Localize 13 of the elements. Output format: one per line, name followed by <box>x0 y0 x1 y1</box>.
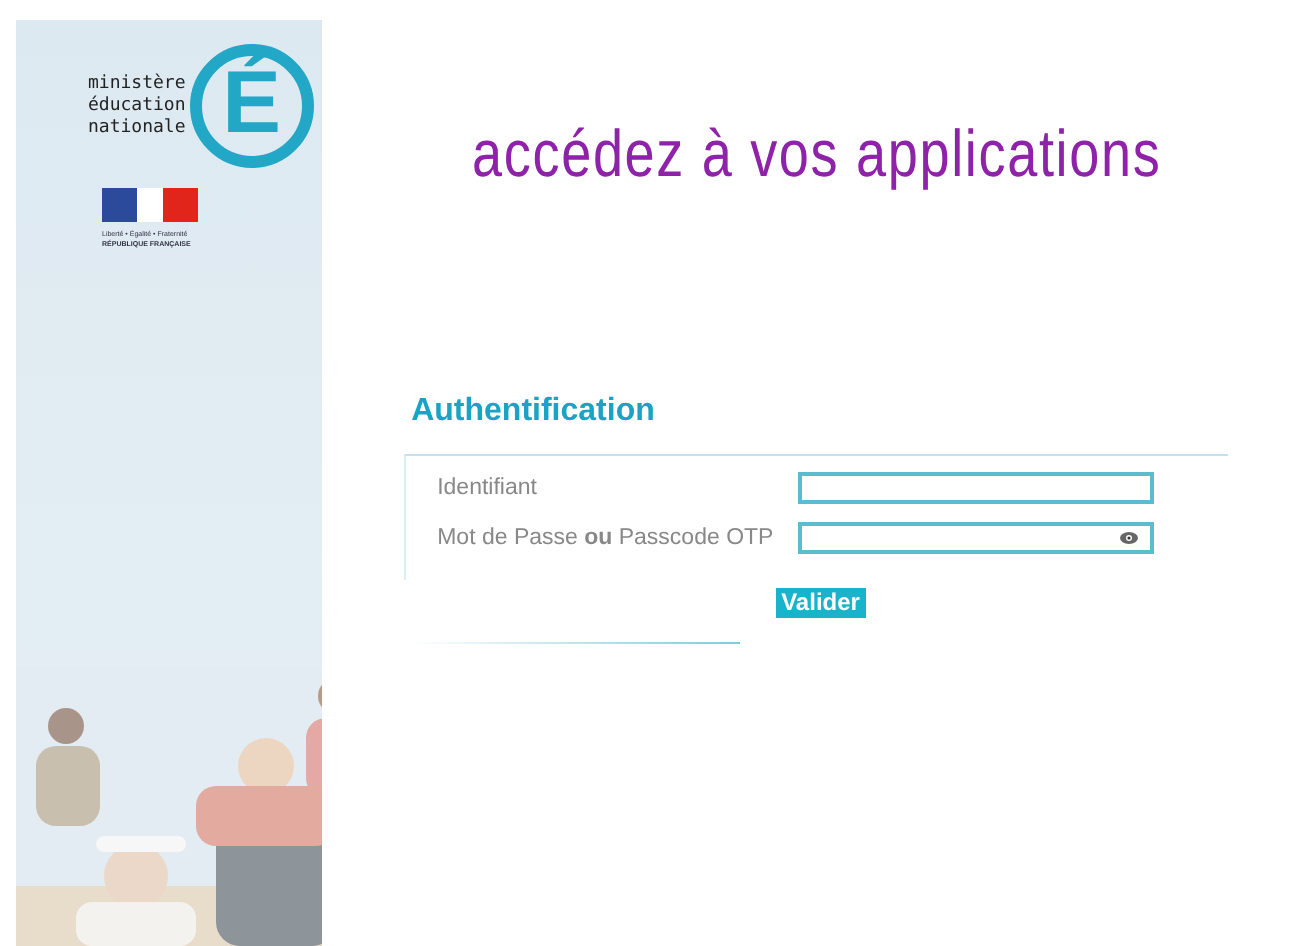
ministry-emblem: É <box>189 44 314 168</box>
ministry-logo-text: ministère <box>88 73 186 95</box>
input-field[interactable] <box>797 472 1154 505</box>
input-field[interactable] <box>797 522 1154 555</box>
flag-logo-icon <box>102 188 198 222</box>
eye-icon[interactable] <box>1119 532 1138 545</box>
submit-button[interactable]: Valider <box>775 588 866 619</box>
ministry-logo-text: éducation <box>88 95 186 117</box>
field-label: Mot de Passe ou Passcode OTP <box>437 523 776 554</box>
ministry-logo-text: nationale <box>88 117 186 139</box>
field-label: Identifiant <box>437 473 539 503</box>
form-title: Authentification <box>411 391 657 431</box>
headline-text: accédez à vos applications <box>471 114 1161 194</box>
